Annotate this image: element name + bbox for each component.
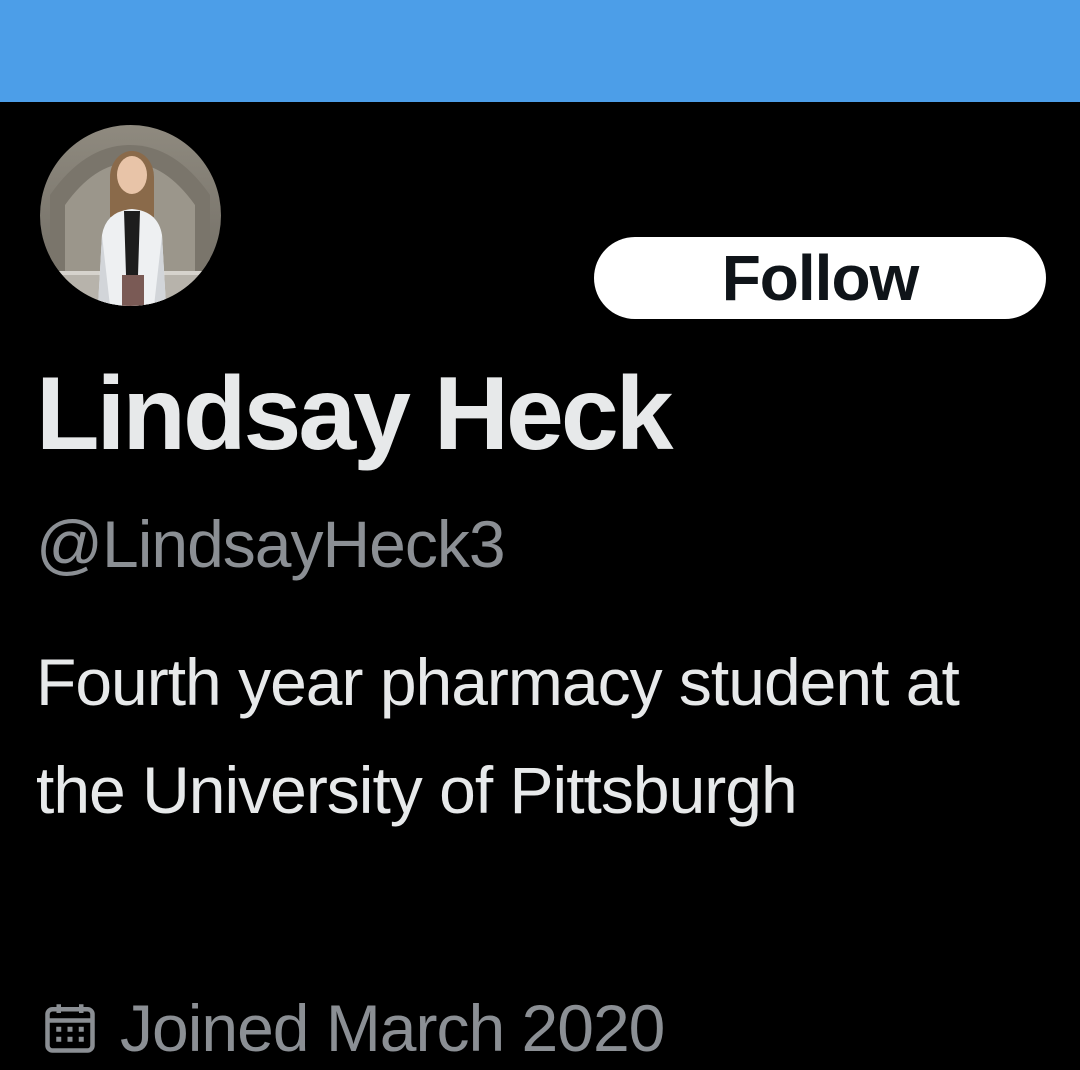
- profile-header: Follow Lindsay Heck @LindsayHeck3 Fourth…: [0, 102, 1080, 1065]
- joined-date: Joined March 2020: [36, 986, 665, 1070]
- joined-label: Joined March 2020: [120, 991, 665, 1065]
- avatar-photo: [40, 125, 221, 306]
- profile-bio: Fourth year pharmacy student at the Univ…: [36, 645, 960, 827]
- follow-button[interactable]: Follow: [594, 237, 1046, 319]
- user-handle[interactable]: @LindsayHeck3: [36, 504, 506, 584]
- display-name: Lindsay Heck: [36, 356, 674, 472]
- avatar[interactable]: [31, 116, 230, 315]
- profile-banner[interactable]: [0, 0, 1080, 102]
- calendar-icon: [36, 994, 104, 1062]
- calendar-icon-graphic: [45, 1004, 95, 1053]
